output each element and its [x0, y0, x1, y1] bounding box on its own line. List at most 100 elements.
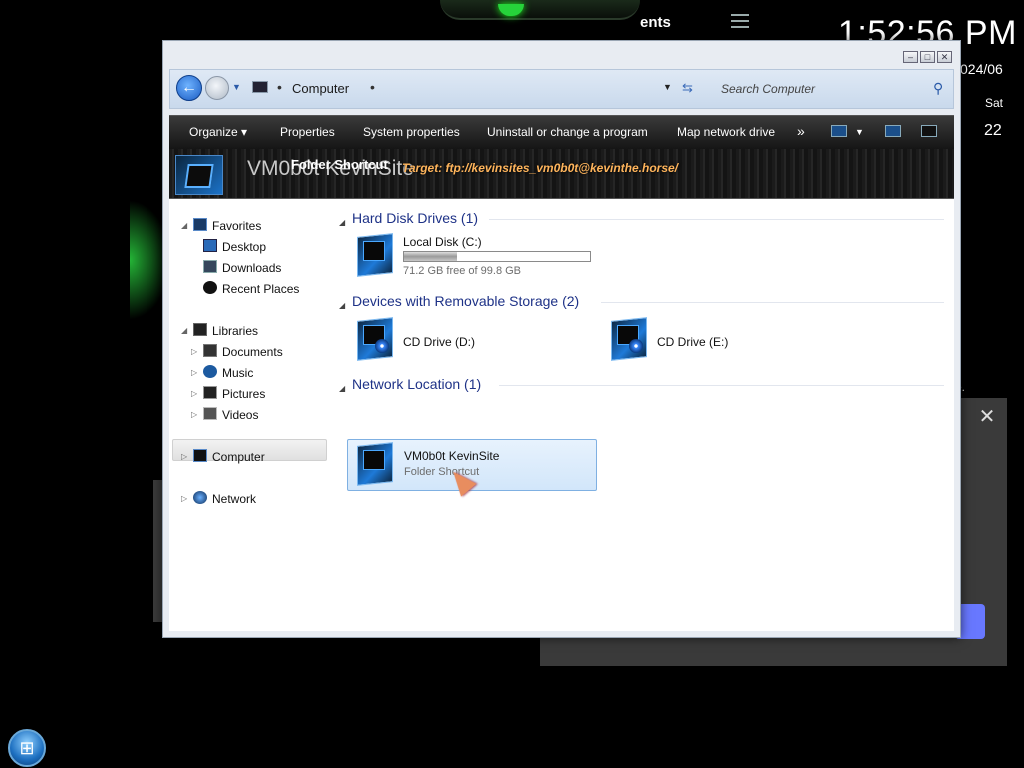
network-location-kevinsite[interactable]: VM0b0t KevinSite Folder Shortcut: [347, 439, 597, 497]
collapse-group-icon[interactable]: ◢: [339, 301, 345, 310]
expand-favorites-icon[interactable]: ◢: [181, 221, 187, 230]
folder-shortcut-icon: [175, 155, 223, 195]
network-location-name: VM0b0t KevinSite: [404, 449, 500, 463]
group-header-removable[interactable]: Devices with Removable Storage (2): [352, 293, 579, 309]
calendar-day-number: 22: [984, 122, 1002, 139]
search-box: ⚲: [711, 78, 951, 100]
folder-shortcut-icon: [351, 442, 399, 488]
desktop-date: 024/06: [960, 61, 1003, 77]
search-icon[interactable]: ⚲: [933, 80, 943, 97]
nav-music[interactable]: Music: [222, 366, 253, 380]
group-divider: [601, 302, 944, 303]
collapse-group-icon[interactable]: ◢: [339, 384, 345, 393]
breadcrumb-separator[interactable]: •: [277, 79, 282, 95]
preview-pane-icon[interactable]: [885, 125, 901, 137]
nav-pictures[interactable]: Pictures: [222, 387, 265, 401]
window-bottom-border: [169, 631, 954, 635]
map-network-drive-button[interactable]: Map network drive: [677, 125, 775, 139]
nav-documents[interactable]: Documents: [222, 345, 283, 359]
nav-recent-places[interactable]: Recent Places: [222, 282, 299, 296]
expand-computer-icon[interactable]: ▷: [181, 452, 187, 461]
expand-libraries-icon[interactable]: ◢: [181, 326, 187, 335]
expand-videos-icon[interactable]: ▷: [191, 410, 197, 419]
music-icon: [203, 365, 217, 378]
organize-button[interactable]: Organize ▾: [189, 125, 247, 139]
expand-network-icon[interactable]: ▷: [181, 494, 187, 503]
disk-usage-bar: [403, 251, 591, 262]
drive-cd-e[interactable]: CD Drive (E:): [601, 313, 841, 368]
network-globe-icon: [193, 491, 207, 504]
explorer-window: – □ ✕ ← ▼ • Computer • ▼ ⇆ ⚲ Organize ▾ …: [162, 40, 961, 638]
favorites-icon: [193, 218, 207, 231]
drive-local-disk-c[interactable]: Local Disk (C:) 71.2 GB free of 99.8 GB: [347, 229, 607, 284]
calendar-day-name: Sat: [985, 96, 1004, 110]
address-bar: ← ▼ • Computer • ▼ ⇆ ⚲: [169, 69, 954, 109]
group-divider: [489, 219, 944, 220]
close-button[interactable]: ✕: [937, 51, 952, 63]
expand-music-icon[interactable]: ▷: [191, 368, 197, 377]
hard-drive-icon: [351, 233, 399, 279]
breadcrumb-separator[interactable]: •: [370, 79, 375, 95]
content-area: ◢ Favorites Desktop Downloads Recent Pla…: [169, 199, 954, 631]
drive-free-space: 71.2 GB free of 99.8 GB: [403, 265, 522, 277]
expand-pictures-icon[interactable]: ▷: [191, 389, 197, 398]
drive-cd-d[interactable]: CD Drive (D:): [347, 313, 587, 368]
documents-icon: [203, 344, 217, 357]
uninstall-program-button[interactable]: Uninstall or change a program: [487, 125, 648, 139]
start-button[interactable]: ⊞: [8, 729, 46, 767]
details-banner: VM0b0t KevinSite Folder Shortcut Target:…: [169, 149, 954, 199]
nav-videos[interactable]: Videos: [222, 408, 258, 422]
downloads-icon: [203, 260, 217, 273]
group-header-network[interactable]: Network Location (1): [352, 376, 481, 392]
nav-favorites[interactable]: Favorites: [212, 219, 261, 233]
pictures-icon: [203, 386, 217, 399]
selected-item-target: Target: ftp://kevinsites_vm0b0t@kevinthe…: [402, 161, 679, 175]
videos-icon: [203, 407, 217, 420]
refresh-icon[interactable]: ⇆: [682, 80, 693, 96]
back-button[interactable]: ←: [176, 75, 202, 101]
cd-drive-icon: [351, 317, 399, 363]
drive-name: Local Disk (C:): [403, 235, 482, 249]
recent-places-icon: [203, 281, 217, 294]
nav-computer[interactable]: Computer: [212, 450, 265, 464]
nav-desktop[interactable]: Desktop: [222, 240, 266, 254]
widget-indicator: [498, 4, 524, 16]
hamburger-menu-icon[interactable]: [731, 14, 749, 32]
command-bar: Organize ▾ Properties System properties …: [169, 115, 954, 149]
libraries-icon: [193, 323, 207, 336]
dialog-close-icon[interactable]: ✕: [976, 404, 998, 429]
back-arrow-icon: ←: [181, 79, 197, 96]
view-dropdown-icon[interactable]: ▼: [855, 127, 864, 137]
nav-network[interactable]: Network: [212, 492, 256, 506]
system-properties-button[interactable]: System properties: [363, 125, 460, 139]
navigation-pane: ◢ Favorites Desktop Downloads Recent Pla…: [169, 199, 334, 631]
help-icon[interactable]: [921, 125, 937, 137]
properties-button[interactable]: Properties: [280, 125, 335, 139]
desktop-top-widget: [440, 0, 640, 20]
minimize-button[interactable]: –: [903, 51, 918, 63]
cd-drive-icon: [605, 317, 653, 363]
search-input[interactable]: [711, 78, 951, 100]
forward-button[interactable]: [205, 76, 229, 100]
computer-icon: [193, 449, 207, 462]
address-dropdown-icon[interactable]: ▼: [663, 82, 672, 92]
collapse-group-icon[interactable]: ◢: [339, 218, 345, 227]
window-controls: – □ ✕: [903, 51, 952, 63]
disk-usage-fill: [404, 252, 458, 261]
recent-pages-dropdown-icon[interactable]: ▼: [232, 82, 241, 92]
group-divider: [499, 385, 944, 386]
background-title-fragment: ents: [640, 14, 671, 31]
nav-libraries[interactable]: Libraries: [212, 324, 258, 338]
computer-icon: [252, 81, 268, 93]
change-view-icon[interactable]: [831, 125, 847, 137]
breadcrumb-computer[interactable]: Computer: [292, 81, 349, 96]
maximize-button[interactable]: □: [920, 51, 935, 63]
drive-name: CD Drive (E:): [657, 335, 729, 349]
group-header-hard-disk[interactable]: Hard Disk Drives (1): [352, 210, 478, 226]
nav-downloads[interactable]: Downloads: [222, 261, 281, 275]
expand-documents-icon[interactable]: ▷: [191, 347, 197, 356]
selected-item-type: Folder Shortcut: [291, 157, 388, 172]
items-pane: ◢ Hard Disk Drives (1) Local Disk (C:) 7…: [339, 199, 954, 631]
windows-logo-icon: ⊞: [19, 737, 35, 758]
more-commands-button[interactable]: »: [797, 123, 805, 139]
